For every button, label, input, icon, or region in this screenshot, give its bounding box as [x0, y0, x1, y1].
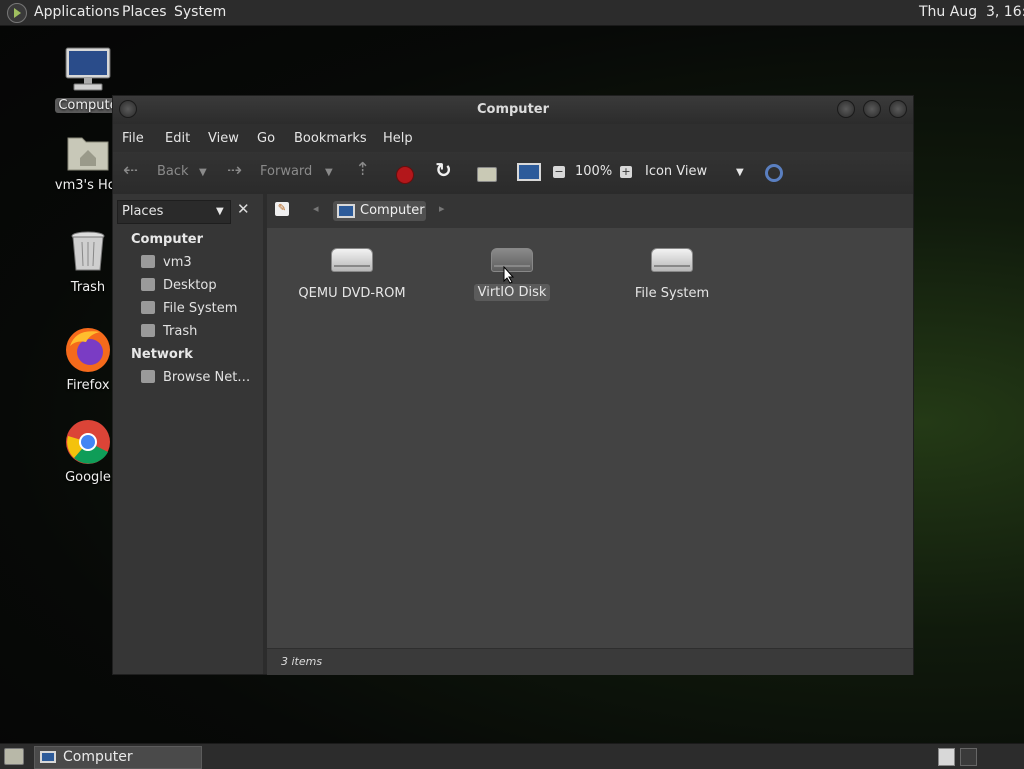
file-item-label: QEMU DVD-ROM [298, 286, 406, 301]
minimize-button[interactable] [837, 100, 855, 118]
clock[interactable]: Thu Aug 3, 16:20 [919, 4, 1024, 20]
places-combo-label: Places [122, 204, 164, 219]
window-titlebar[interactable]: Computer [113, 96, 913, 124]
trash-icon [71, 231, 105, 271]
sidebar-item-desktop[interactable]: Desktop [141, 278, 217, 296]
file-item-file-system[interactable]: File System [607, 248, 737, 301]
sidebar-item-vm3[interactable]: vm3 [141, 255, 192, 273]
menu-file[interactable]: File [122, 131, 144, 146]
chrome-icon [66, 420, 110, 464]
hard-disk-icon [651, 248, 693, 272]
back-history-dropdown[interactable]: ▼ [199, 167, 207, 178]
mouse-cursor-icon [503, 266, 515, 284]
crumb-computer[interactable]: Computer [333, 201, 426, 221]
sidebar-heading-network: Network [131, 347, 193, 362]
view-mode-select[interactable]: Icon View [645, 164, 707, 179]
bottom-panel: Computer [0, 743, 1024, 769]
home-folder-icon [67, 137, 109, 171]
crumb-label: Computer [360, 203, 425, 218]
stop-icon[interactable] [396, 166, 414, 184]
workspace-switcher-2[interactable] [960, 748, 977, 766]
zoom-level[interactable]: 100% [575, 164, 612, 179]
workspace-switcher[interactable] [938, 748, 955, 766]
show-desktop-icon[interactable] [4, 748, 24, 765]
system-menu[interactable]: System [174, 4, 226, 20]
sidebar: Places ▼ ✕ Computer vm3 Desktop File Sys… [113, 194, 267, 674]
desktop-icon-label: Firefox [66, 378, 110, 393]
menu-edit[interactable]: Edit [165, 131, 190, 146]
applications-menu[interactable]: Applications [34, 4, 120, 20]
reload-icon[interactable]: ↻ [435, 158, 452, 182]
toolbar: ⇠ Back ▼ ⇢ Forward ▼ ⇡ ↻ − 100% + Icon V… [113, 152, 913, 195]
sidebar-heading-computer: Computer [131, 232, 204, 247]
search-icon[interactable] [765, 164, 783, 182]
chevron-down-icon: ▼ [216, 206, 224, 217]
desktop-icon-label: Trash [70, 280, 106, 295]
optical-drive-icon [331, 248, 373, 272]
sidebar-item-file-system[interactable]: File System [141, 301, 237, 319]
file-item-label: File System [634, 286, 710, 301]
file-view[interactable]: QEMU DVD-ROM VirtIO Disk File System [267, 228, 913, 648]
forward-button[interactable]: Forward [260, 164, 312, 179]
back-button[interactable]: Back [157, 164, 189, 179]
network-icon [141, 370, 155, 383]
home-folder-icon [141, 255, 155, 268]
close-button[interactable] [889, 100, 907, 118]
forward-arrow-icon: ⇢ [227, 160, 243, 181]
top-panel: Applications Places System Thu Aug 3, 16… [0, 0, 1024, 26]
file-item-qemu-dvd-rom[interactable]: QEMU DVD-ROM [287, 248, 417, 301]
computer-icon [337, 204, 355, 218]
trash-icon [141, 324, 155, 337]
home-icon[interactable] [477, 167, 497, 182]
crumb-left-arrow-icon[interactable]: ◂ [313, 202, 319, 215]
back-arrow-icon: ⇠ [123, 160, 139, 181]
edit-location-icon[interactable]: ✎ [275, 202, 289, 216]
maximize-button[interactable] [863, 100, 881, 118]
crumb-right-arrow-icon[interactable]: ▸ [439, 202, 445, 215]
sidebar-item-browse-network[interactable]: Browse Net… [141, 370, 250, 388]
zoom-out-icon[interactable]: − [553, 166, 565, 178]
item-count: 3 items [281, 655, 323, 668]
up-arrow-icon[interactable]: ⇡ [355, 159, 370, 180]
distro-logo-icon[interactable] [7, 3, 27, 23]
places-menu[interactable]: Places [122, 4, 167, 20]
menu-help[interactable]: Help [383, 131, 413, 146]
zoom-in-icon[interactable]: + [620, 166, 632, 178]
desktop-icon-label: Compute [55, 98, 121, 113]
computer-icon[interactable] [517, 163, 541, 181]
desktop-folder-icon [141, 278, 155, 291]
sidebar-item-trash[interactable]: Trash [141, 324, 197, 342]
computer-icon [65, 47, 111, 91]
status-bar: 3 items [267, 648, 913, 675]
file-item-label: VirtIO Disk [473, 284, 551, 301]
forward-history-dropdown[interactable]: ▼ [325, 167, 333, 178]
menubar: File Edit View Go Bookmarks Help [113, 124, 913, 152]
file-manager-window: Computer File Edit View Go Bookmarks Hel… [112, 95, 914, 675]
menu-bookmarks[interactable]: Bookmarks [294, 131, 367, 146]
menu-view[interactable]: View [208, 131, 239, 146]
close-sidebar-icon[interactable]: ✕ [237, 200, 250, 218]
firefox-icon [66, 328, 110, 372]
view-mode-dropdown[interactable]: ▼ [736, 167, 744, 178]
taskbar-item-computer[interactable]: Computer [34, 746, 202, 769]
places-combo[interactable]: Places ▼ [117, 200, 231, 224]
computer-icon [40, 751, 56, 763]
window-title: Computer [476, 102, 550, 117]
menu-go[interactable]: Go [257, 131, 275, 146]
taskbar-item-label: Computer [63, 749, 133, 765]
hard-disk-icon [141, 301, 155, 314]
desktop-icon-label: Google [65, 470, 111, 485]
